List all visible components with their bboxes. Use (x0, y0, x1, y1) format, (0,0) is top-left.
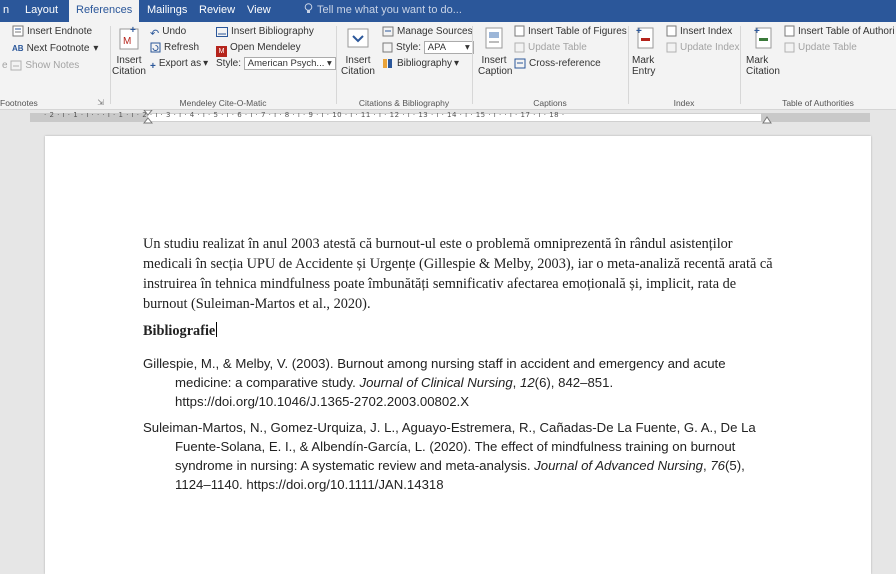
document-page[interactable]: Un studiu realizat în anul 2003 atestă c… (45, 136, 871, 574)
svg-text:+: + (130, 25, 136, 36)
tab-view[interactable]: View (240, 0, 278, 22)
citation-style-combo[interactable]: APA ▾ (423, 41, 474, 54)
show-notes-icon (10, 60, 22, 71)
update-table-icon (784, 42, 795, 53)
bibliography-button[interactable]: Bibliography ▾ (382, 57, 459, 71)
update-table-button[interactable]: Update Table (514, 41, 587, 55)
svg-text:+: + (754, 26, 760, 37)
insert-caption-icon (485, 27, 503, 49)
cross-reference-button[interactable]: Cross-reference (514, 57, 601, 71)
tell-me-search[interactable]: Tell me what you want to do... (304, 0, 462, 22)
style-icon (382, 42, 393, 53)
insert-table-of-figures-button[interactable]: Insert Table of Figures (514, 25, 627, 39)
svg-text:M: M (123, 36, 131, 47)
svg-text:+: + (636, 26, 642, 37)
tab-design-partial[interactable]: n (0, 0, 16, 22)
mendeley-logo-icon: M (216, 46, 227, 57)
reference-entry[interactable]: Suleiman-Martos, N., Gomez-Urquiza, J. L… (143, 418, 783, 494)
tell-me-text: Tell me what you want to do... (317, 4, 462, 16)
footnotes-group: Insert Endnote AB Next Footnote ▾ e Show N… (0, 22, 110, 110)
table-of-authorities-icon (784, 25, 795, 37)
index-group-label: Index (673, 98, 695, 108)
body-paragraph[interactable]: Un studiu realizat în anul 2003 atestă c… (143, 234, 783, 314)
next-footnote-icon: AB (12, 44, 24, 53)
ruler-right-margin (761, 113, 870, 122)
citations-group-label: Citations & Bibliography (358, 98, 450, 108)
refresh-icon (150, 42, 161, 53)
mendeley-group-label: Mendeley Cite-O-Matic (179, 98, 267, 108)
mendeley-style-select[interactable]: Style: American Psych... ▾ (216, 57, 336, 71)
mark-entry-button[interactable]: + Mark Entry (632, 24, 660, 77)
tab-layout[interactable]: Layout (18, 0, 65, 22)
footnotes-group-label: Footnotes (0, 98, 38, 108)
authorities-group-label: Table of Authorities (782, 98, 854, 108)
insert-index-button[interactable]: Insert Index (666, 25, 732, 39)
mark-citation-icon: + (754, 26, 772, 49)
chevron-down-icon: ▾ (93, 43, 99, 54)
open-mendeley-button[interactable]: M Open Mendeley (216, 41, 301, 57)
mendeley-citation-icon: M+ (119, 25, 139, 50)
insert-citation-button[interactable]: Insert Citation (338, 24, 378, 77)
mark-citation-button[interactable]: + Mark Citation (746, 24, 782, 77)
show-notes-button[interactable]: e Show Notes (2, 59, 79, 73)
citations-group: Insert Citation Manage Sources Style: AP… (336, 22, 474, 110)
insert-caption-button[interactable]: Insert Caption (478, 24, 512, 77)
text-cursor (216, 322, 218, 337)
dialog-launcher-icon[interactable]: ⇲ (97, 98, 104, 107)
indent-marker-icon[interactable] (143, 110, 153, 124)
chevron-down-icon: ▾ (327, 58, 332, 69)
bibliography-heading[interactable]: Bibliografie (143, 322, 218, 340)
chevron-down-icon: ▾ (465, 42, 470, 53)
horizontal-ruler[interactable]: · 2 · ı · 1 · ı · · · ı · 1 · ı · 2 · ı … (0, 110, 896, 124)
insert-endnote-button[interactable]: Insert Endnote (12, 25, 92, 39)
export-as-button[interactable]: + Export as ▾ (150, 57, 209, 72)
tab-references[interactable]: References (69, 0, 140, 22)
next-footnote-button[interactable]: AB Next Footnote ▾ (12, 42, 98, 56)
manage-sources-icon (382, 26, 394, 37)
undo-button[interactable]: ↶ Undo (150, 25, 186, 40)
insert-citation-icon (347, 28, 369, 48)
update-index-icon (666, 42, 677, 53)
tab-mailings[interactable]: Mailings (140, 0, 194, 22)
mark-entry-icon: + (636, 26, 654, 49)
chevron-down-icon: ▾ (203, 58, 209, 69)
captions-group-label: Captions (533, 98, 567, 108)
update-authorities-button[interactable]: Update Table (784, 41, 857, 55)
export-icon: + (150, 61, 156, 72)
manage-sources-button[interactable]: Manage Sources (382, 25, 473, 39)
captions-group: Insert Caption Insert Table of Figures U… (472, 22, 628, 110)
index-group: + Mark Entry Insert Index Update Index I… (628, 22, 740, 110)
bibliography-icon (216, 27, 228, 37)
reference-entry[interactable]: Gillespie, M., & Melby, V. (2003). Burno… (143, 354, 783, 411)
bibliography-icon (383, 59, 392, 68)
insert-index-icon (666, 25, 677, 37)
cross-reference-icon (514, 58, 526, 69)
right-indent-marker-icon[interactable] (762, 116, 772, 124)
chevron-down-icon: ▾ (454, 58, 460, 69)
table-of-figures-icon (514, 25, 525, 37)
mendeley-style-combo[interactable]: American Psych... ▾ (243, 57, 336, 70)
tab-review[interactable]: Review (192, 0, 242, 22)
ribbon-tab-bar: n Layout References Mailings Review View… (0, 0, 896, 22)
ruler-ticks: · 2 · ı · 1 · ı · · · ı · 1 · ı · 2 · ı … (44, 111, 565, 119)
ribbon: Insert Endnote AB Next Footnote ▾ e Show N… (0, 22, 896, 110)
authorities-group: + Mark Citation Insert Table of Authori … (740, 22, 896, 110)
update-table-icon (514, 42, 525, 53)
insert-table-of-authorities-button[interactable]: Insert Table of Authori (784, 25, 895, 39)
citation-style-select[interactable]: Style: APA ▾ (382, 41, 474, 55)
insert-bibliography-button[interactable]: Insert Bibliography (216, 25, 314, 39)
refresh-button[interactable]: Refresh (150, 41, 199, 55)
mendeley-group: M + Insert Citation ↶ Undo Refresh + Export… (110, 22, 336, 110)
lightbulb-icon (304, 3, 313, 13)
update-index-button[interactable]: Update Index (666, 41, 740, 55)
undo-icon: ↶ (150, 28, 160, 40)
endnote-icon (12, 25, 24, 37)
mendeley-insert-citation-button[interactable]: M + Insert Citation (110, 24, 148, 77)
